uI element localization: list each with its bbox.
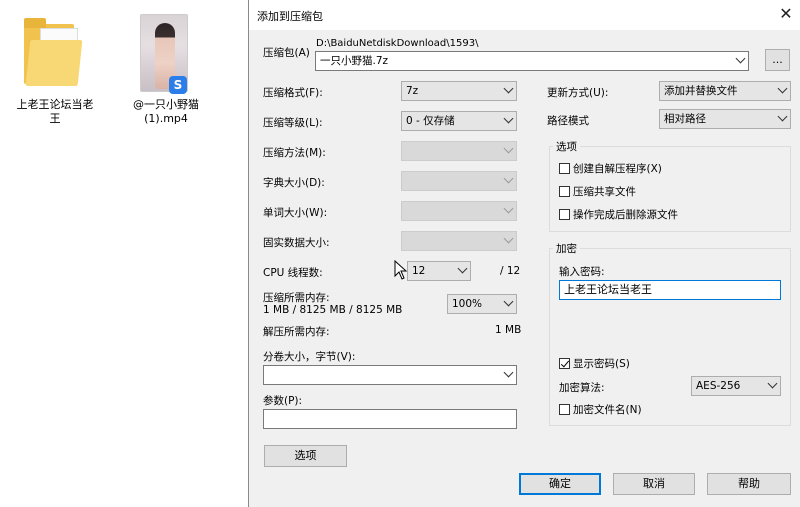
folder-icon[interactable]	[24, 18, 83, 88]
help-button[interactable]: 帮助	[707, 473, 791, 495]
delete-after-checkbox[interactable]: 操作完成后删除源文件	[559, 207, 678, 222]
delete-after-label: 操作完成后删除源文件	[573, 209, 678, 221]
format-label: 压缩格式(F):	[263, 87, 323, 99]
encryption-method-value: AES-256	[696, 380, 741, 392]
pathmode-label: 路径模式	[547, 115, 589, 127]
method-select	[401, 141, 517, 161]
cancel-button[interactable]: 取消	[613, 473, 695, 495]
volume-label: 分卷大小，字节(V):	[263, 351, 356, 363]
archive-path: D:\BaiduNetdiskDownload\1593\	[316, 38, 479, 49]
options-group-title: 选项	[553, 139, 580, 154]
volume-size-combo[interactable]	[263, 365, 517, 385]
checkbox-box[interactable]	[559, 209, 570, 220]
format-value: 7z	[406, 85, 419, 97]
cpu-threads-value: 12	[412, 265, 426, 277]
title-bar[interactable]: 添加到压缩包 ✕	[249, 0, 800, 30]
video-file-label[interactable]: @一只小野猫(1).mp4	[126, 98, 206, 126]
cpu-threads-select[interactable]: 12	[407, 261, 471, 281]
shared-checkbox[interactable]: 压缩共享文件	[559, 184, 636, 199]
password-label: 输入密码:	[559, 266, 605, 278]
checkbox-box[interactable]	[559, 404, 570, 415]
ok-button[interactable]: 确定	[519, 473, 601, 495]
baidu-netdisk-badge-icon: S	[169, 76, 187, 94]
chevron-down-icon	[503, 113, 514, 124]
options-button[interactable]: 选项	[264, 445, 347, 467]
mem-compress-label: 压缩所需内存:	[263, 292, 330, 304]
add-to-archive-dialog: 添加到压缩包 ✕ 压缩包(A) D:\BaiduNetdiskDownload\…	[248, 0, 800, 507]
chevron-down-icon	[503, 203, 514, 214]
mem-decompress-label: 解压所需内存:	[263, 326, 330, 338]
update-mode-select[interactable]: 添加并替换文件	[659, 81, 791, 101]
password-input[interactable]: 上老王论坛当老王	[559, 280, 781, 300]
folder-label[interactable]: 上老王论坛当老王	[12, 98, 98, 126]
memory-percent-value: 100%	[452, 298, 483, 310]
path-mode-value: 相对路径	[664, 113, 706, 125]
archive-name-value: 一只小野猫.7z	[320, 55, 389, 67]
chevron-down-icon	[767, 378, 778, 389]
checkbox-box[interactable]	[559, 163, 570, 174]
dict-label: 字典大小(D):	[263, 177, 325, 189]
mem-decompress-value: 1 MB	[495, 324, 522, 336]
dialog-title: 添加到压缩包	[257, 10, 323, 23]
cpu-label: CPU 线程数:	[263, 267, 323, 279]
chevron-down-icon	[503, 173, 514, 184]
chevron-down-icon	[503, 143, 514, 154]
dict-select	[401, 171, 517, 191]
params-input[interactable]	[263, 409, 517, 429]
shared-label: 压缩共享文件	[573, 186, 636, 198]
enc-method-label: 加密算法:	[559, 382, 605, 394]
mem-compress-value: 1 MB / 8125 MB / 8125 MB	[263, 304, 403, 316]
path-mode-select[interactable]: 相对路径	[659, 109, 791, 129]
checkbox-box[interactable]	[559, 186, 570, 197]
archive-name-combo[interactable]: 一只小野猫.7z	[315, 51, 749, 71]
solid-select	[401, 231, 517, 251]
close-icon[interactable]: ✕	[775, 4, 797, 24]
mouse-cursor-icon	[394, 260, 408, 280]
level-select[interactable]: 0 - 仅存储	[401, 111, 517, 131]
level-value: 0 - 仅存储	[406, 115, 455, 127]
archive-label: 压缩包(A)	[263, 47, 310, 59]
sfx-label: 创建自解压程序(X)	[573, 163, 662, 175]
chevron-down-icon	[735, 53, 746, 64]
chevron-down-icon	[777, 83, 788, 94]
params-label: 参数(P):	[263, 395, 303, 407]
chevron-down-icon	[457, 263, 468, 274]
solid-label: 固实数据大小:	[263, 237, 330, 249]
encrypt-names-checkbox[interactable]: 加密文件名(N)	[559, 402, 642, 417]
chevron-down-icon	[503, 296, 514, 307]
method-label: 压缩方法(M):	[263, 147, 326, 159]
cpu-total: / 12	[500, 265, 521, 277]
chevron-down-icon	[503, 367, 514, 378]
chevron-down-icon	[503, 233, 514, 244]
show-password-checkbox[interactable]: 显示密码(S)	[559, 356, 630, 371]
word-label: 单词大小(W):	[263, 207, 328, 219]
update-mode-value: 添加并替换文件	[664, 85, 738, 97]
sfx-checkbox[interactable]: 创建自解压程序(X)	[559, 161, 662, 176]
chevron-down-icon	[503, 83, 514, 94]
browse-button[interactable]: ...	[765, 49, 790, 71]
level-label: 压缩等级(L):	[263, 117, 323, 129]
chevron-down-icon	[777, 111, 788, 122]
update-label: 更新方式(U):	[547, 87, 609, 99]
show-password-label: 显示密码(S)	[573, 358, 630, 370]
checkbox-box-checked[interactable]	[559, 358, 570, 369]
memory-percent-select[interactable]: 100%	[447, 294, 517, 314]
encrypt-names-label: 加密文件名(N)	[573, 404, 642, 416]
format-select[interactable]: 7z	[401, 81, 517, 101]
word-select	[401, 201, 517, 221]
encryption-method-select[interactable]: AES-256	[691, 376, 781, 396]
encryption-group-title: 加密	[553, 241, 580, 256]
